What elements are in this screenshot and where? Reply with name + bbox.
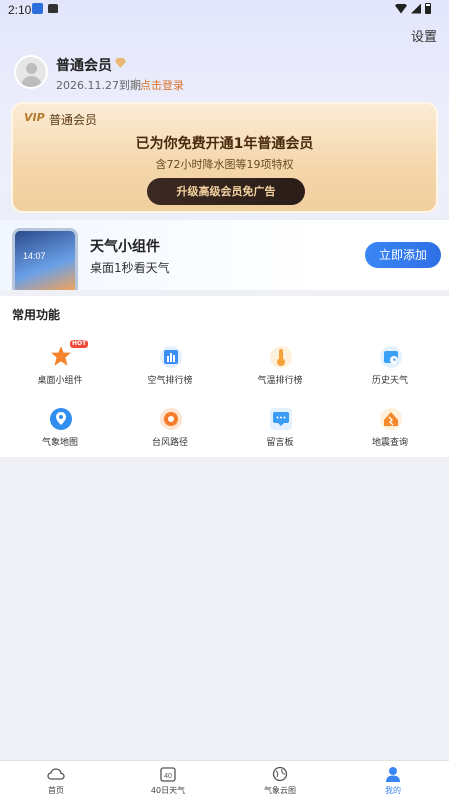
member-name: 普通会员 [56,58,112,74]
function-earthquake-query[interactable]: 地震查询 [334,408,446,458]
nav-label: 首页 [48,786,64,795]
divider [135,78,136,89]
calendar-40-icon: 40 [159,766,177,782]
function-label: 气象地图 [41,438,78,448]
function-message-board[interactable]: 留言板 [224,408,336,458]
add-widget-button[interactable]: 立即添加 [365,242,441,268]
earthquake-icon [380,408,402,430]
message-board-icon [270,408,292,430]
nav-label: 气象云图 [264,786,296,795]
avatar[interactable] [14,55,48,89]
calendar-40-text: 40 [164,773,172,780]
expire-date: 2026.11.27到期 [56,79,141,92]
function-label: 气温排行榜 [257,376,303,386]
function-label: 历史天气 [371,376,408,386]
nav-item-mine[interactable]: 我的 [337,761,449,798]
common-functions-section: 常用功能 HOT 桌面小组件 空气排行榜 气温排行榜 历史天气 气象地图 台风路… [0,296,449,457]
vip-badge: VIP [24,111,45,124]
function-label: 地震查询 [371,438,408,448]
avatar-body-shape [21,76,42,87]
nav-label: 我的 [385,786,401,795]
vip-card: VIP 普通会员 已为你免费开通1年普通会员 含72小时降水图等19项特权 升级… [11,102,438,213]
history-weather-icon [380,346,402,368]
function-label: 留言板 [266,438,294,448]
air-ranking-icon [160,346,182,368]
phone-preview-image: 14:07 [12,228,78,290]
thermometer-icon [270,346,292,368]
login-link[interactable]: 点击登录 [140,77,184,93]
typhoon-icon [160,408,182,430]
section-title: 常用功能 [12,308,61,322]
function-label: 空气排行榜 [147,376,193,386]
wifi-icon [395,3,407,14]
nav-item-40day[interactable]: 40 40日天气 [112,761,224,798]
status-bar: 2:10 [0,0,449,20]
widget-icon [51,346,71,366]
avatar-head-shape [26,63,37,74]
function-widget[interactable]: HOT 桌面小组件 [4,340,116,396]
widget-promo-title: 天气小组件 [90,239,160,255]
nav-item-cloud-map[interactable]: 气象云图 [224,761,336,798]
phone-preview-time: 14:07 [23,251,46,261]
vip-title: 已为你免费开通1年普通会员 [135,136,314,152]
vip-tier-label: 普通会员 [49,113,98,127]
vip-subtitle: 含72小时降水图等19项特权 [155,158,294,171]
function-typhoon-path[interactable]: 台风路径 [114,408,226,458]
function-air-ranking[interactable]: 空气排行榜 [114,346,226,396]
function-history-weather[interactable]: 历史天气 [334,346,446,396]
app-notification-icon [32,3,43,14]
hot-badge: HOT [70,340,89,348]
globe-icon [271,766,289,782]
function-label: 桌面小组件 [37,376,83,386]
nav-item-home[interactable]: 首页 [0,761,112,798]
map-pin-icon [50,408,72,430]
profile-icon [384,766,402,782]
status-icons [395,3,431,14]
settings-button[interactable]: 设置 [411,26,437,45]
status-time: 2:10 [8,3,32,17]
upgrade-vip-button[interactable]: 升级高级会员免广告 [147,178,305,205]
widget-promo-subtitle: 桌面1秒看天气 [90,261,170,275]
cloud-home-icon [47,766,65,782]
function-weather-map[interactable]: 气象地图 [4,408,116,458]
android-notification-icon [48,4,58,13]
signal-icon [411,3,421,14]
nav-label: 40日天气 [150,786,186,795]
function-temperature-ranking[interactable]: 气温排行榜 [224,346,336,396]
bottom-nav: 首页 40 40日天气 气象云图 我的 [0,760,449,798]
battery-icon [425,3,431,14]
function-label: 台风路径 [151,438,188,448]
